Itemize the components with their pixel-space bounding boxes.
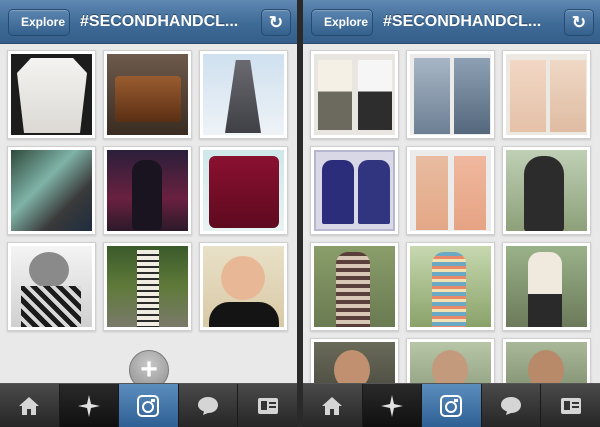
photo-thumbnail[interactable]	[502, 242, 591, 331]
tab-news[interactable]	[179, 384, 239, 427]
photo-thumbnail[interactable]	[502, 50, 591, 139]
tab-bar	[303, 383, 600, 427]
news-icon	[501, 397, 522, 415]
photo-thumbnail[interactable]	[7, 146, 96, 235]
news-icon	[198, 397, 219, 415]
photo-thumbnail[interactable]	[502, 146, 591, 235]
photo-thumbnail[interactable]	[7, 242, 96, 331]
photo-thumbnail[interactable]	[199, 242, 288, 331]
photo-thumbnail[interactable]	[199, 50, 288, 139]
tab-camera[interactable]	[119, 384, 179, 427]
home-icon	[19, 397, 40, 415]
screen-right: Explore #SECONDHANDCL... ↻	[303, 0, 600, 427]
refresh-icon: ↻	[571, 13, 587, 32]
photo-thumbnail[interactable]	[406, 146, 495, 235]
screen-left: Explore #SECONDHANDCL... ↻ +	[0, 0, 297, 427]
photo-thumbnail[interactable]	[199, 146, 288, 235]
photo-thumbnail[interactable]	[310, 50, 399, 139]
photo-thumbnail[interactable]	[406, 242, 495, 331]
photo-thumbnail[interactable]	[406, 50, 495, 139]
tab-profile[interactable]	[238, 384, 297, 427]
top-nav-bar: Explore #SECONDHANDCL... ↻	[0, 0, 297, 44]
tab-profile[interactable]	[541, 384, 600, 427]
photo-thumbnail[interactable]	[103, 242, 192, 331]
photo-thumbnail[interactable]	[103, 146, 192, 235]
home-icon	[322, 397, 343, 415]
tab-camera[interactable]	[422, 384, 482, 427]
profile-icon	[257, 398, 278, 414]
photo-thumbnail[interactable]	[7, 50, 96, 139]
top-nav-bar: Explore #SECONDHANDCL... ↻	[303, 0, 600, 44]
tab-home[interactable]	[303, 384, 363, 427]
explore-icon	[380, 395, 403, 417]
refresh-icon: ↻	[268, 13, 284, 32]
refresh-button[interactable]: ↻	[564, 9, 594, 36]
tab-explore[interactable]	[362, 384, 423, 427]
app-stage: Explore #SECONDHANDCL... ↻ + Explore #SE…	[0, 0, 600, 427]
tab-news[interactable]	[482, 384, 542, 427]
photo-thumbnail[interactable]	[310, 242, 399, 331]
refresh-button[interactable]: ↻	[261, 9, 291, 36]
explore-back-button[interactable]: Explore	[311, 9, 373, 36]
camera-icon	[137, 395, 160, 417]
photo-thumbnail[interactable]	[310, 146, 399, 235]
profile-icon	[560, 398, 581, 414]
photo-thumbnail[interactable]	[103, 50, 192, 139]
hashtag-title: #SECONDHANDCL...	[383, 13, 542, 30]
plus-icon: +	[140, 353, 158, 386]
tab-explore[interactable]	[59, 384, 120, 427]
explore-back-button[interactable]: Explore	[8, 9, 70, 36]
explore-icon	[77, 395, 100, 417]
tab-bar	[0, 383, 297, 427]
camera-icon	[440, 395, 463, 417]
tab-home[interactable]	[0, 384, 60, 427]
hashtag-title: #SECONDHANDCL...	[80, 13, 239, 30]
